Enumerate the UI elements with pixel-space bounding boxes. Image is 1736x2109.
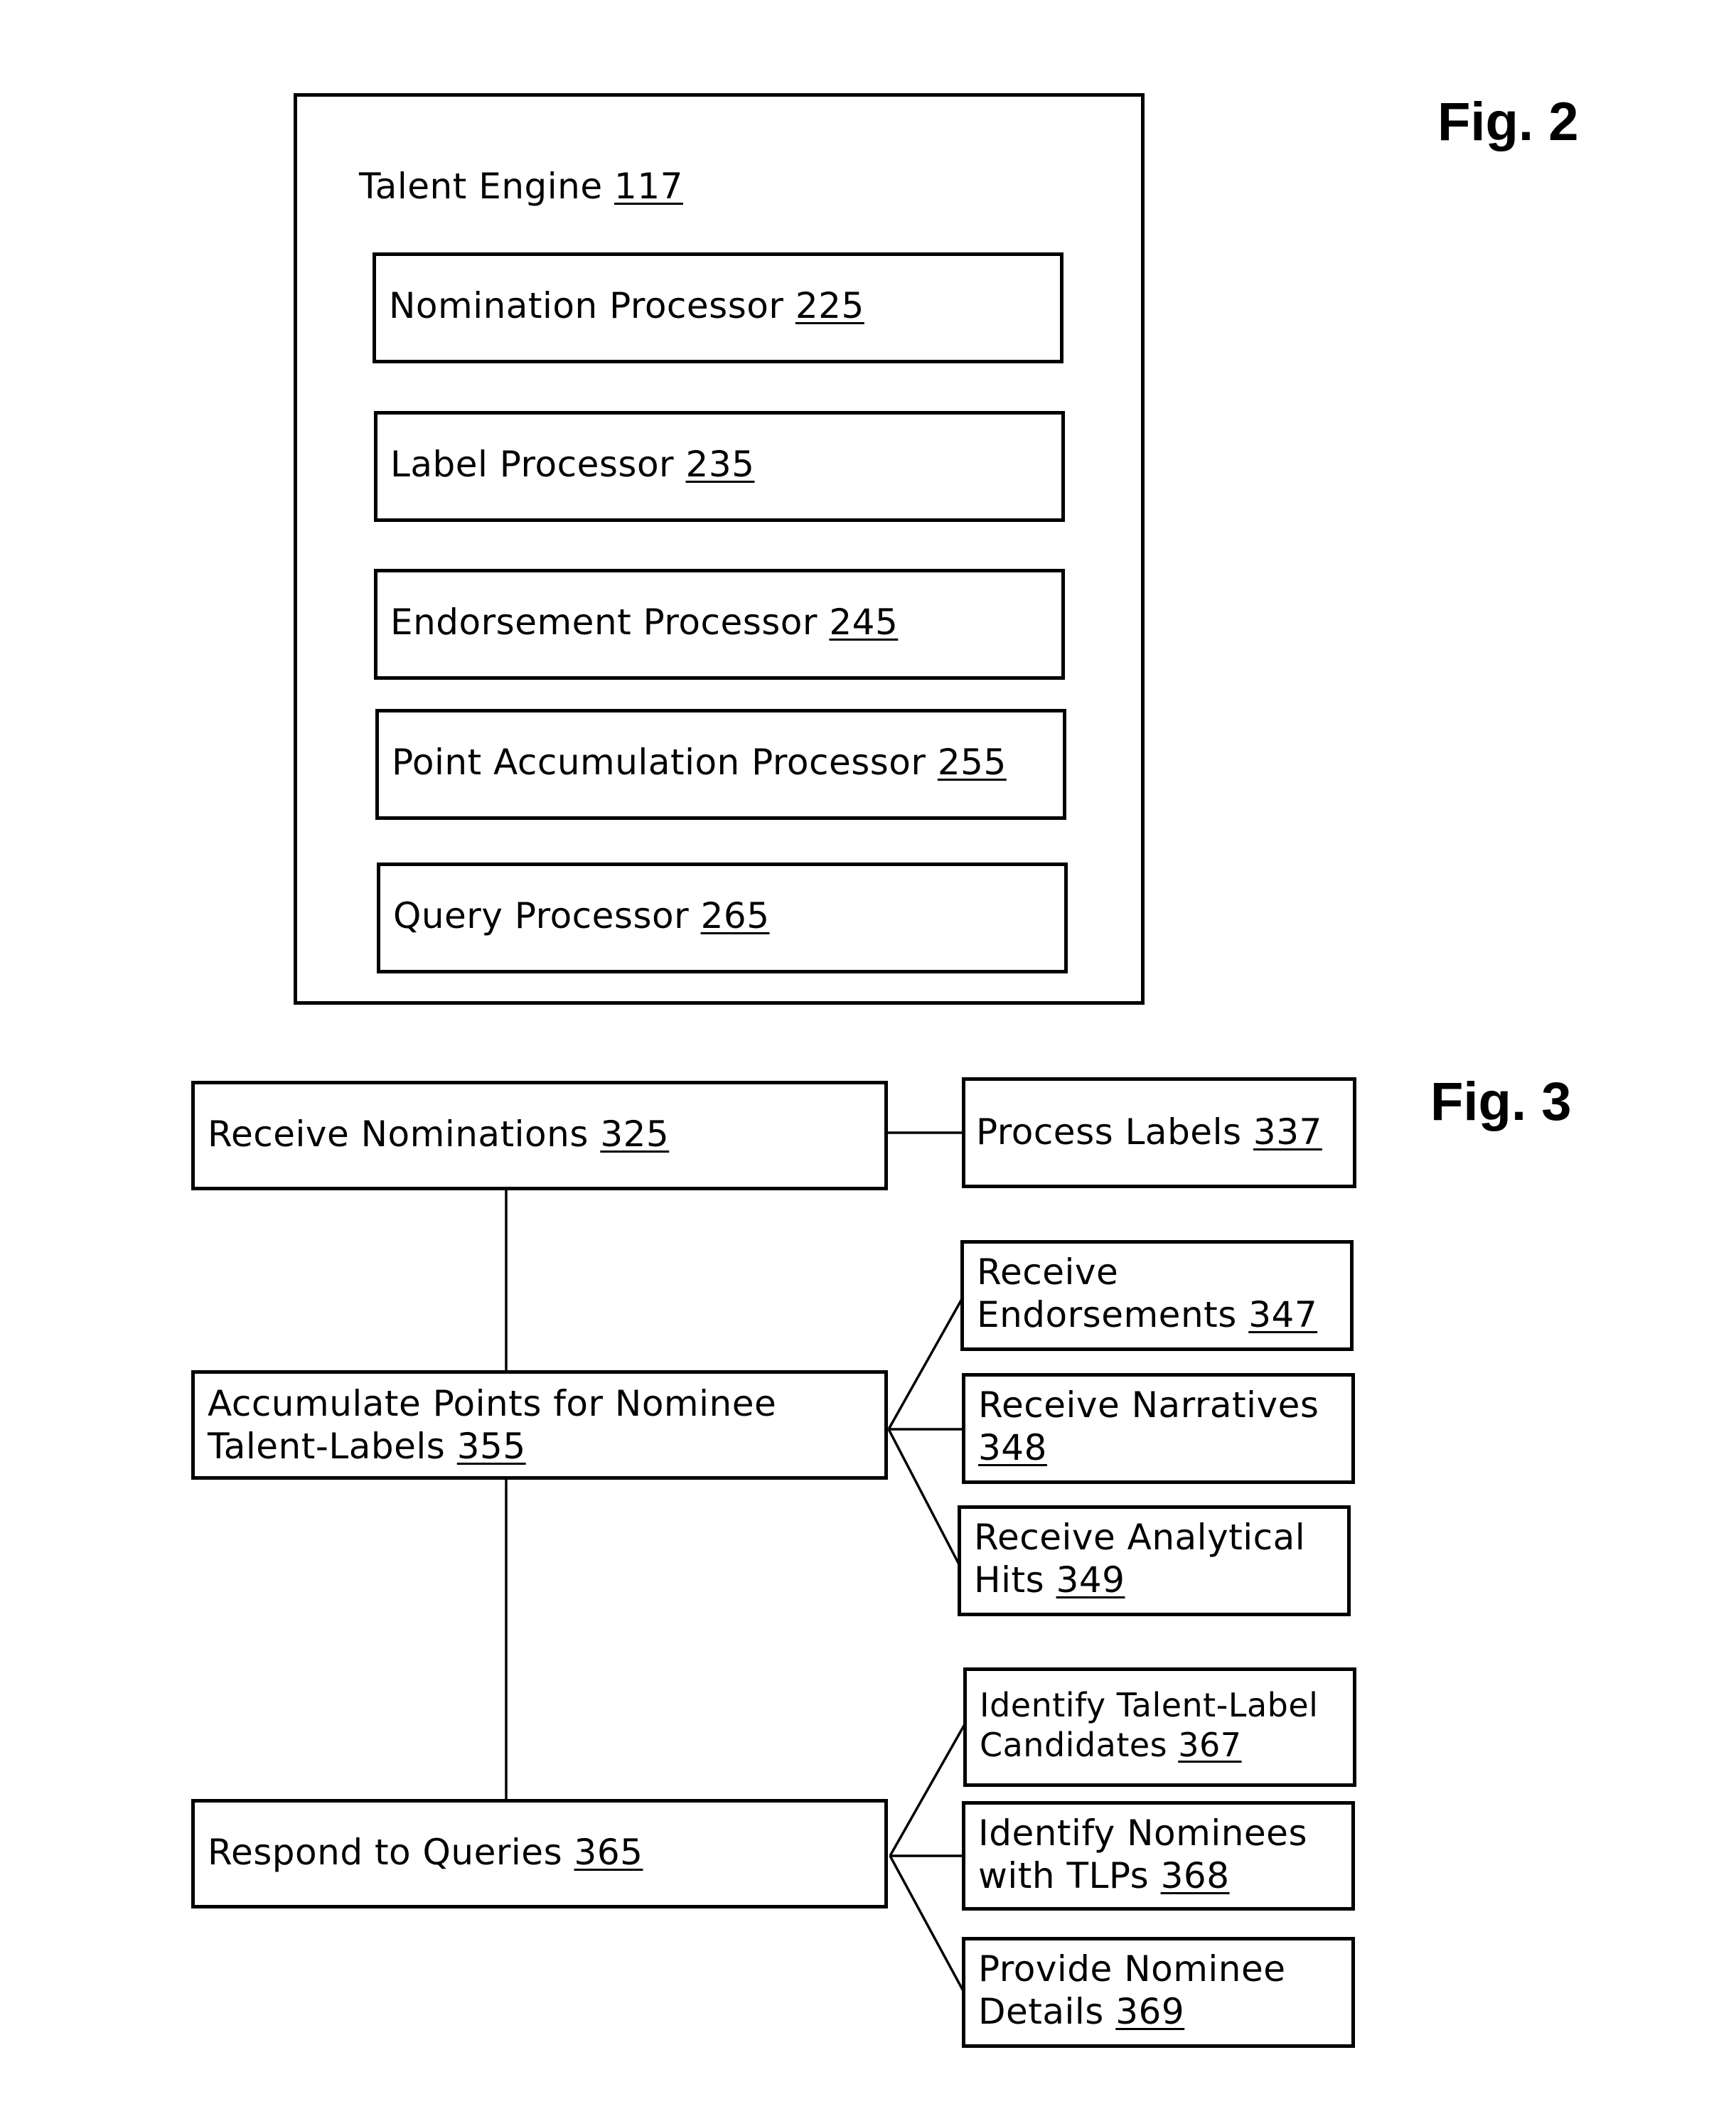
substep-ref: 337 xyxy=(1253,1111,1322,1153)
substep-receive-narratives: Receive Narratives 348 xyxy=(962,1373,1355,1484)
endorsement-processor-box: Endorsement Processor 245 xyxy=(374,569,1065,680)
substep-process-labels: Process Labels 337 xyxy=(962,1077,1356,1188)
connector-365-367 xyxy=(889,1724,966,1857)
figure-3-label: Fig. 3 xyxy=(1430,1072,1572,1132)
substep-ref: 348 xyxy=(978,1427,1047,1468)
substep-receive-endorsements: Receive Endorsements 347 xyxy=(960,1240,1354,1351)
substep-label: Details xyxy=(978,1991,1104,2032)
step-label: Respond to Queries xyxy=(208,1832,563,1873)
substep-text-line2: Details 369 xyxy=(978,1990,1184,2033)
substep-text-line2: Hits 349 xyxy=(974,1559,1125,1601)
substep-label: Endorsements xyxy=(977,1294,1237,1335)
substep-ref: 347 xyxy=(1248,1294,1318,1335)
component-ref: 245 xyxy=(829,602,899,643)
component-ref: 265 xyxy=(700,895,770,936)
query-processor-text: Query Processor 265 xyxy=(393,895,770,937)
component-label: Endorsement Processor xyxy=(390,602,818,643)
substep-text-line1: Identify Talent-Label xyxy=(980,1686,1319,1724)
substep-text-line1: Receive Analytical xyxy=(974,1517,1306,1558)
step-ref: 365 xyxy=(574,1832,643,1873)
substep-receive-analytical-hits: Receive Analytical Hits 349 xyxy=(958,1505,1351,1616)
component-label: Query Processor xyxy=(393,895,690,936)
connector-355-347 xyxy=(887,1298,963,1430)
endorsement-processor-text: Endorsement Processor 245 xyxy=(390,601,898,644)
substep-text-line1: Receive Narratives xyxy=(978,1384,1319,1426)
substep-provide-nominee-details: Provide Nominee Details 369 xyxy=(962,1937,1355,2048)
step-accumulate-points: Accumulate Points for Nominee Talent-Lab… xyxy=(191,1370,888,1480)
substep-text-line2: 348 xyxy=(978,1426,1047,1469)
substep-text-line1: Provide Nominee xyxy=(978,1948,1286,1990)
substep-ref: 368 xyxy=(1160,1855,1230,1896)
substep-ref: 369 xyxy=(1115,1991,1185,2032)
substep-label: Hits xyxy=(974,1559,1045,1601)
step-ref: 325 xyxy=(600,1114,670,1155)
component-label: Point Accumulation Processor xyxy=(392,742,926,783)
component-ref: 235 xyxy=(685,444,755,485)
nomination-processor-text: Nomination Processor 225 xyxy=(389,284,864,327)
step-label: Talent-Labels xyxy=(208,1426,446,1467)
figure-2-label: Fig. 2 xyxy=(1437,92,1579,152)
talent-engine-label: Talent Engine xyxy=(359,166,603,207)
substep-text-line1: Receive xyxy=(977,1251,1119,1293)
query-processor-box: Query Processor 265 xyxy=(377,863,1068,973)
substep-ref: 349 xyxy=(1056,1559,1125,1601)
step-receive-nominations: Receive Nominations 325 xyxy=(191,1081,888,1190)
step-label: Receive Nominations xyxy=(208,1114,589,1155)
component-ref: 225 xyxy=(795,285,864,326)
substep-text-line2: Candidates 367 xyxy=(980,1725,1242,1765)
component-ref: 255 xyxy=(937,742,1007,783)
connector-365-369 xyxy=(889,1855,965,1992)
step-text-line2: Talent-Labels 355 xyxy=(208,1425,526,1468)
point-accumulation-processor-text: Point Accumulation Processor 255 xyxy=(392,741,1007,784)
substep-text-line2: Endorsements 347 xyxy=(977,1293,1317,1336)
substep-text-line1: Identify Nominees xyxy=(978,1812,1307,1854)
label-processor-box: Label Processor 235 xyxy=(374,411,1065,522)
talent-engine-ref: 117 xyxy=(614,166,683,207)
label-processor-text: Label Processor 235 xyxy=(390,443,754,486)
substep-label: with TLPs xyxy=(978,1855,1150,1896)
step-text-line1: Accumulate Points for Nominee xyxy=(208,1383,777,1424)
point-accumulation-processor-box: Point Accumulation Processor 255 xyxy=(375,709,1066,820)
component-label: Nomination Processor xyxy=(389,285,784,326)
step-ref: 355 xyxy=(456,1426,526,1467)
step-text: Respond to Queries 365 xyxy=(208,1831,643,1874)
talent-engine-title: Talent Engine 117 xyxy=(359,165,683,208)
step-text: Receive Nominations 325 xyxy=(208,1113,669,1155)
nomination-processor-box: Nomination Processor 225 xyxy=(373,252,1063,363)
substep-label: Process Labels xyxy=(976,1111,1242,1153)
substep-label: Candidates xyxy=(980,1726,1168,1764)
substep-identify-talent-label-candidates: Identify Talent-Label Candidates 367 xyxy=(963,1667,1356,1787)
substep-ref: 367 xyxy=(1178,1726,1242,1764)
substep-text: Process Labels 337 xyxy=(976,1111,1322,1153)
step-respond-to-queries: Respond to Queries 365 xyxy=(191,1799,888,1908)
substep-identify-nominees-with-tlps: Identify Nominees with TLPs 368 xyxy=(962,1801,1355,1911)
component-label: Label Processor xyxy=(390,444,675,485)
substep-text-line2: with TLPs 368 xyxy=(978,1854,1230,1897)
connector-355-349 xyxy=(887,1429,960,1565)
